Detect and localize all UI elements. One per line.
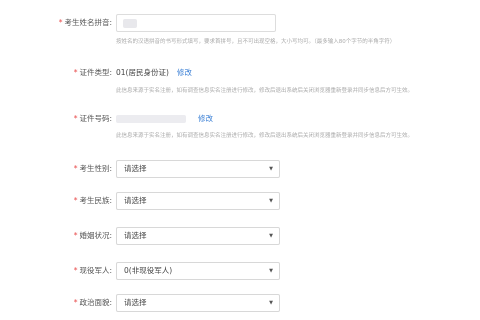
marital-label: * 婚姻状况: — [73, 231, 112, 240]
political-select[interactable]: 请选择 ▼ — [116, 294, 280, 312]
chevron-down-icon: ▼ — [269, 300, 273, 306]
required-mark: * — [73, 68, 78, 77]
military-select[interactable]: 0(非现役军人) ▼ — [116, 262, 280, 280]
required-mark: * — [73, 164, 78, 173]
id-type-label: * 证件类型: — [73, 68, 112, 77]
exam-registration-form: * 考生姓名拼音: 按姓名的汉语拼音的书写形式填写，要求首拼号，且不可出现空格，大… — [0, 0, 480, 320]
ethnicity-label: * 考生民族: — [73, 196, 112, 205]
chevron-down-icon: ▼ — [269, 233, 273, 239]
id-number-label: * 证件号码: — [73, 114, 112, 123]
required-mark: * — [58, 18, 63, 27]
marital-selected: 请选择 — [124, 231, 147, 240]
name-pinyin-input[interactable] — [116, 14, 276, 32]
name-pinyin-label: * 考生姓名拼音: — [58, 18, 112, 27]
ethnicity-selected: 请选择 — [124, 196, 147, 205]
id-number-hint: 此信息来源于实名注册，如有调查信息实名注册进行修改，修改后退出系统后关闭浏览器重… — [116, 133, 414, 139]
id-type-edit-link[interactable]: 修改 — [177, 68, 192, 77]
name-pinyin-hint: 按姓名的汉语拼音的书写形式填写，要求首拼号，且不可出现空格，大小写均可。（最多输… — [116, 39, 396, 45]
chevron-down-icon: ▼ — [269, 166, 273, 172]
id-number-edit-link[interactable]: 修改 — [198, 114, 213, 123]
redacted-id-number — [116, 115, 186, 123]
required-mark: * — [73, 231, 78, 240]
gender-select[interactable]: 请选择 ▼ — [116, 160, 280, 178]
required-mark: * — [73, 266, 78, 275]
gender-selected: 请选择 — [124, 164, 147, 173]
id-type-hint: 此信息来源于实名注册，如有调查信息实名注册进行修改，修改后退出系统后关闭浏览器重… — [116, 88, 414, 94]
required-mark: * — [73, 298, 78, 307]
military-label: * 现役军人: — [73, 266, 112, 275]
redacted-value — [123, 19, 137, 28]
political-label: * 政治面貌: — [73, 298, 112, 307]
required-mark: * — [73, 196, 78, 205]
id-type-value: 01(居民身份证) 修改 — [116, 68, 192, 77]
gender-label: * 考生性别: — [73, 164, 112, 173]
political-selected: 请选择 — [124, 298, 147, 307]
chevron-down-icon: ▼ — [269, 268, 273, 274]
ethnicity-select[interactable]: 请选择 ▼ — [116, 192, 280, 210]
marital-select[interactable]: 请选择 ▼ — [116, 227, 280, 245]
military-selected: 0(非现役军人) — [124, 266, 173, 275]
required-mark: * — [73, 114, 78, 123]
chevron-down-icon: ▼ — [269, 198, 273, 204]
id-number-value: 修改 — [116, 112, 213, 126]
